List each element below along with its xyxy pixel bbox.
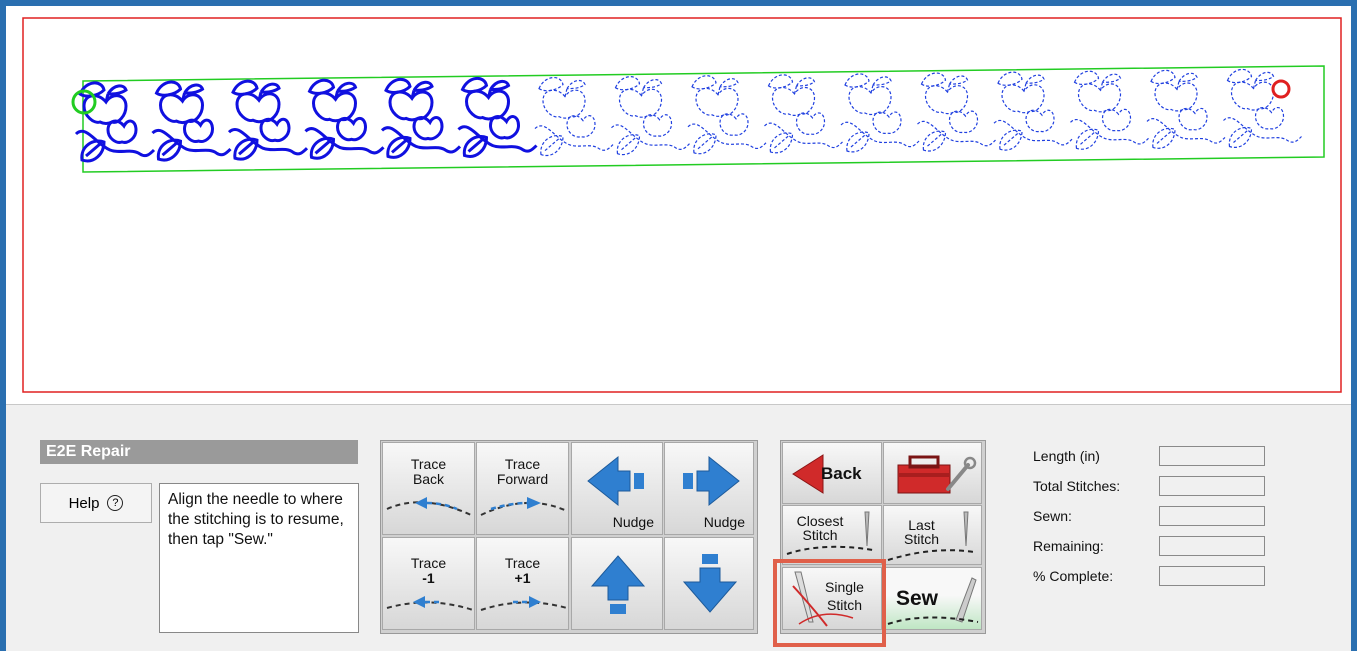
total-stitches-field (1159, 476, 1265, 496)
pending-motif (687, 75, 767, 155)
pending-motif (993, 71, 1073, 151)
trace-forward-icon (480, 497, 568, 516)
pending-motif (917, 72, 996, 152)
instructions-text: Align the needle to where the stitching … (159, 483, 359, 633)
help-button[interactable]: Help ? (40, 483, 152, 523)
length-label: Length (in) (1033, 448, 1100, 464)
needle-icon (786, 511, 874, 555)
question-circle-icon: ? (107, 495, 124, 511)
nudge-right-button[interactable]: Nudge (664, 442, 754, 535)
trace-minus-1-button[interactable]: Trace -1 (382, 537, 475, 630)
pending-motif (764, 74, 843, 154)
sew-button[interactable]: Sew (883, 567, 982, 630)
design-preview (22, 17, 1342, 393)
remaining-field (1159, 536, 1265, 556)
trace-minus-1-icon (386, 596, 474, 611)
app-window: E2E Repair Help ? Align the needle to wh… (6, 6, 1351, 651)
remaining-label: Remaining: (1033, 538, 1104, 554)
closest-stitch-button[interactable]: Closest Stitch (782, 505, 882, 565)
end-marker (1271, 79, 1291, 99)
pending-motif (1223, 68, 1302, 148)
sewn-field (1159, 506, 1265, 526)
sewn-label: Sewn: (1033, 508, 1072, 524)
nudge-up-button[interactable] (571, 537, 663, 630)
needle-icon (887, 511, 975, 561)
toolbox-button[interactable] (883, 442, 982, 504)
last-stitch-button[interactable]: Last Stitch (883, 505, 982, 565)
stat-sewn: Sewn: (1033, 506, 1303, 528)
trace-back-button[interactable]: Trace Back (382, 442, 475, 535)
toolbox-icon (897, 455, 977, 494)
pending-motif (840, 73, 920, 153)
sewn-motif (74, 81, 156, 163)
needle-icon (887, 577, 979, 625)
sewn-motif (380, 77, 462, 159)
sewn-motif (304, 78, 385, 160)
complete-label: % Complete: (1033, 568, 1114, 584)
help-label: Help (68, 494, 100, 512)
complete-field (1159, 566, 1265, 586)
trace-back-icon (386, 497, 472, 516)
design-canvas[interactable] (6, 6, 1351, 405)
stitch-path (74, 68, 1302, 163)
arrow-down-icon (682, 554, 738, 613)
back-label: Back (821, 464, 862, 483)
pending-motif (1146, 69, 1226, 149)
stat-length: Length (in) (1033, 446, 1303, 468)
length-field (1159, 446, 1265, 466)
arrow-up-icon (590, 555, 646, 614)
nudge-right-label: Nudge (703, 514, 745, 530)
sewn-motif (457, 77, 538, 158)
mode-title: E2E Repair (40, 440, 358, 464)
nudge-left-label: Nudge (612, 514, 654, 530)
sewn-motif (227, 79, 309, 161)
pending-motif (611, 76, 690, 156)
stat-complete: % Complete: (1033, 566, 1303, 588)
pending-motif (534, 77, 614, 157)
nudge-left-button[interactable]: Nudge (571, 442, 663, 535)
trace-plus-1-button[interactable]: Trace +1 (476, 537, 569, 630)
stat-total-stitches: Total Stitches: (1033, 476, 1303, 498)
nudge-down-button[interactable] (664, 537, 754, 630)
pending-motif (1070, 70, 1149, 150)
trace-forward-button[interactable]: Trace Forward (476, 442, 569, 535)
single-stitch-highlight (773, 559, 886, 647)
stat-remaining: Remaining: (1033, 536, 1303, 558)
trace-plus-1-icon (480, 596, 568, 611)
sewn-motif (151, 80, 232, 162)
total-stitches-label: Total Stitches: (1033, 478, 1121, 494)
back-button[interactable]: Back (782, 442, 882, 504)
